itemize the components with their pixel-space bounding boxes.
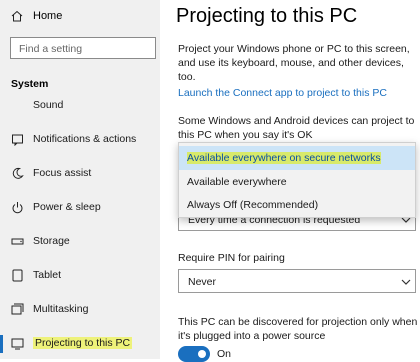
dropdown-value: Never <box>188 276 217 288</box>
selection-indicator <box>0 335 3 353</box>
sidebar-item-focus-assist[interactable]: Focus assist <box>0 160 160 188</box>
section-title: System <box>11 78 49 90</box>
sidebar-item-label: Storage <box>33 235 70 247</box>
sidebar-item-label: Multitasking <box>33 303 89 315</box>
windows-android-description: Some Windows and Android devices can pro… <box>178 115 415 141</box>
home-label: Home <box>33 10 63 22</box>
power-source-toggle[interactable] <box>178 346 210 362</box>
pin-label: Require PIN for pairing <box>178 252 285 264</box>
sidebar-item-label: Notifications & actions <box>33 133 137 145</box>
dropdown-option[interactable]: Available everywhere <box>179 170 415 194</box>
home-nav-item[interactable]: Home <box>0 6 160 28</box>
sidebar-item-label: Sound <box>33 100 64 111</box>
projecting-icon <box>11 338 24 350</box>
home-icon <box>11 10 23 22</box>
sidebar-item-sound[interactable]: Sound <box>0 100 160 112</box>
sidebar-item-projecting[interactable]: Projecting to this PC <box>0 330 160 358</box>
sidebar-item-notifications[interactable]: Notifications & actions <box>0 126 160 154</box>
toggle-knob <box>198 350 206 358</box>
sidebar-item-label: Power & sleep <box>33 201 101 213</box>
multitasking-icon <box>11 303 24 315</box>
sidebar-item-label: Tablet <box>33 269 62 281</box>
page-title: Projecting to this PC <box>176 5 358 27</box>
intro-text: Project your Windows phone or PC to this… <box>178 43 410 83</box>
option-label: Available everywhere on secure networks <box>187 152 381 164</box>
sidebar-item-storage[interactable]: Storage <box>0 228 160 256</box>
sidebar-item-label: Projecting to this PC <box>33 337 133 349</box>
notification-icon <box>12 134 23 146</box>
dropdown-option[interactable]: Available everywhere on secure networks <box>179 146 415 170</box>
chevron-down-icon <box>401 279 411 285</box>
availability-dropdown-menu[interactable]: Available everywhere on secure networks … <box>178 142 416 218</box>
option-label: Available everywhere <box>187 176 287 188</box>
sidebar-item-power-sleep[interactable]: Power & sleep <box>0 194 160 222</box>
sidebar-item-tablet[interactable]: Tablet <box>0 262 160 290</box>
storage-icon <box>11 238 24 245</box>
sidebar-item-multitasking[interactable]: Multitasking <box>0 296 160 324</box>
connect-app-link[interactable]: Launch the Connect app to project to thi… <box>178 87 387 99</box>
discover-description: This PC can be discovered for projection… <box>178 316 418 342</box>
tablet-icon <box>12 269 23 282</box>
pin-dropdown[interactable]: Never <box>178 269 416 293</box>
moon-icon <box>12 167 24 179</box>
search-placeholder: Find a setting <box>19 43 83 55</box>
option-label: Always Off (Recommended) <box>187 199 319 211</box>
toggle-label: On <box>217 348 232 360</box>
sidebar-item-label: Focus assist <box>33 167 92 179</box>
dropdown-option[interactable]: Always Off (Recommended) <box>179 193 415 217</box>
power-icon <box>12 202 23 214</box>
search-input[interactable]: Find a setting <box>10 37 156 59</box>
sidebar: Home Find a setting System Sound Notific… <box>0 0 160 359</box>
